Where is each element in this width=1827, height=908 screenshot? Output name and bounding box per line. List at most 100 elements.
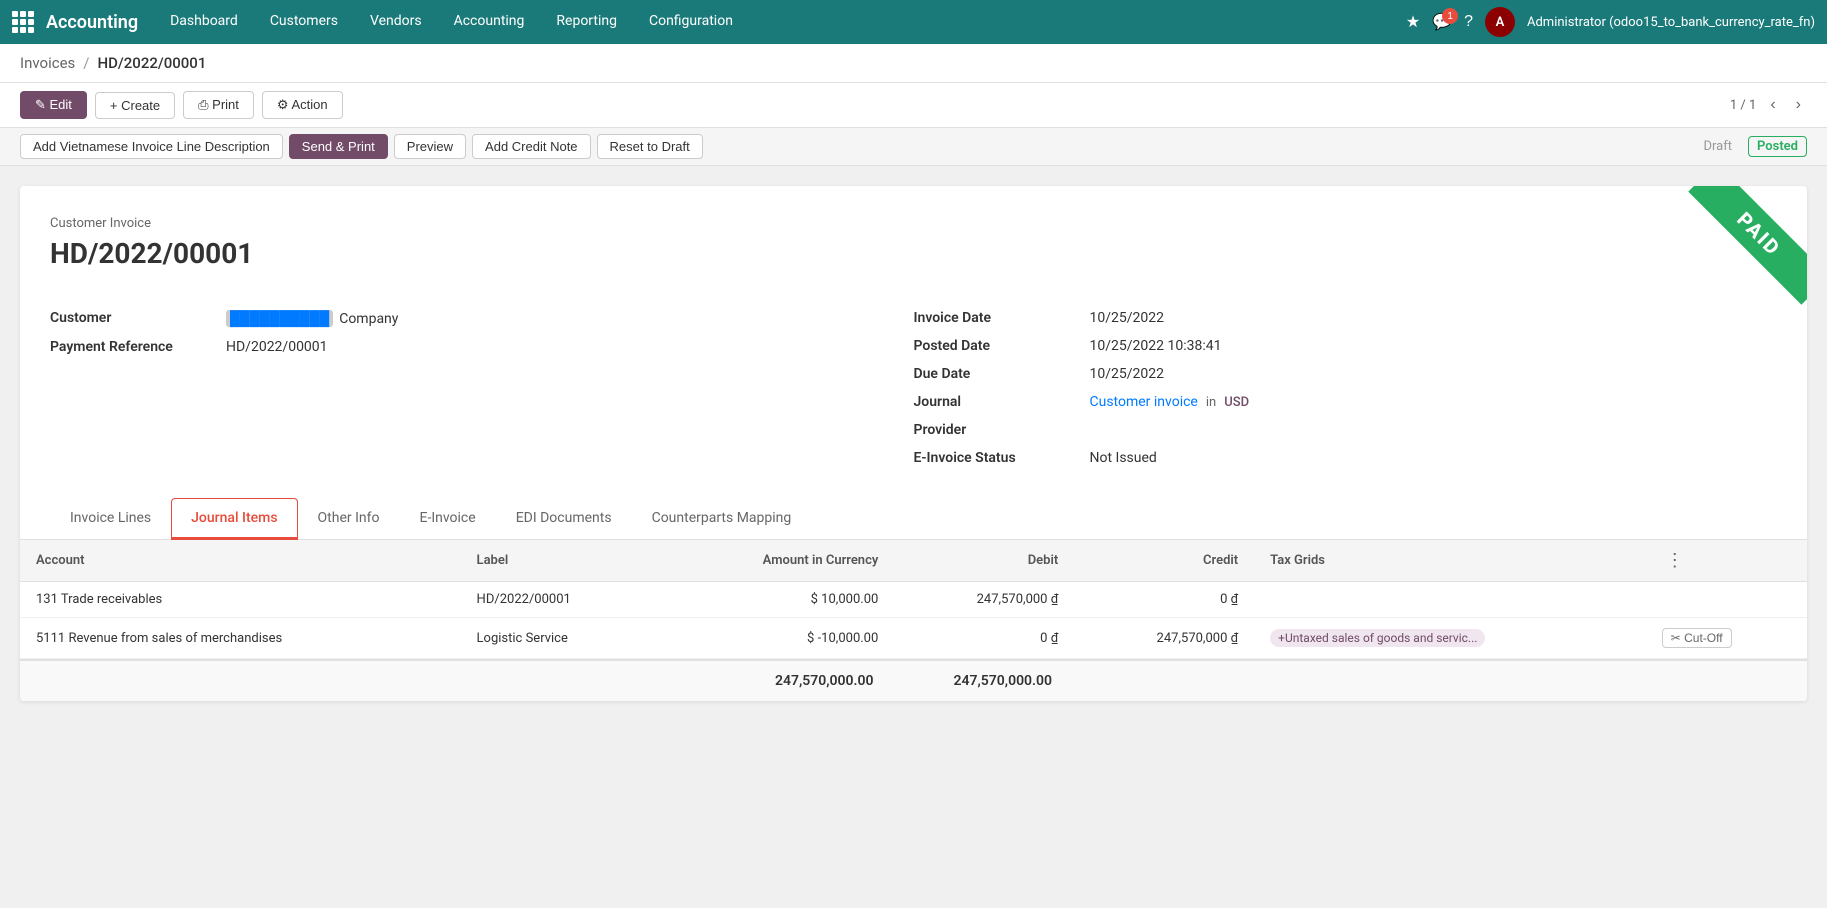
field-customer: Customer ██████████ Company [50,310,874,327]
row1-account: 131 Trade receivables [20,582,461,618]
col-menu: ⋮ [1646,540,1807,582]
action-button[interactable]: ⚙ Action [262,91,343,119]
table-row: 131 Trade receivables HD/2022/00001 $ 10… [20,582,1807,618]
star-icon-btn[interactable]: ★ [1406,12,1420,32]
posted-date-label: Posted Date [914,338,1074,354]
debit-total: 247,570,000.00 [775,673,874,689]
btn-add-credit-note[interactable]: Add Credit Note [472,134,591,159]
nav-item-accounting[interactable]: Accounting [438,0,541,44]
field-journal: Journal Customer invoice in USD [914,394,1778,410]
cutoff-button[interactable]: ✂ Cut-Off [1662,628,1732,648]
tab-einvoice[interactable]: E-Invoice [400,498,496,540]
help-btn[interactable]: ? [1464,13,1473,31]
pagination: 1 / 1 ‹ › [1730,94,1807,116]
tab-invoice-lines[interactable]: Invoice Lines [50,498,171,540]
user-name: Administrator (odoo15_to_bank_currency_r… [1527,15,1815,30]
fields-left: Customer ██████████ Company Payment Refe… [50,310,914,478]
nav-item-reporting[interactable]: Reporting [540,0,633,44]
journal-in: in [1206,395,1216,410]
customer-blurred[interactable]: ██████████ [226,310,333,327]
col-label: Label [461,540,661,582]
row2-tax-grids: +Untaxed sales of goods and servic... [1254,618,1646,659]
field-einvoice-status: E-Invoice Status Not Issued [914,450,1778,466]
col-credit: Credit [1074,540,1254,582]
due-date-label: Due Date [914,366,1074,382]
row2-debit: 0 ₫ [894,618,1074,659]
row1-credit: 0 ₫ [1074,582,1254,618]
notifications-btn[interactable]: 💬 1 [1432,12,1452,32]
print-button[interactable]: ⎙ Print [183,91,254,119]
status-posted: Posted [1748,136,1807,157]
invoice-number: HD/2022/00001 [50,237,1777,270]
customer-suffix: Company [339,311,398,327]
nav-item-vendors[interactable]: Vendors [354,0,438,44]
row1-actions [1646,582,1807,618]
journal-currency: USD [1224,395,1249,410]
prev-page-button[interactable]: ‹ [1764,94,1781,116]
secondary-toolbar: Add Vietnamese Invoice Line Description … [0,128,1827,166]
tab-journal-items[interactable]: Journal Items [171,498,297,540]
invoice-header: Customer Invoice HD/2022/00001 [20,186,1807,310]
notification-badge: 1 [1442,8,1458,24]
breadcrumb-parent[interactable]: Invoices [20,54,75,72]
journal-value: Customer invoice in USD [1090,394,1250,410]
app-logo[interactable]: Accounting [12,11,138,33]
row2-label: Logistic Service [461,618,661,659]
col-amount-currency: Amount in Currency [661,540,895,582]
status-tags: Draft Posted [1695,136,1807,157]
posted-date-value: 10/25/2022 10:38:41 [1090,338,1222,354]
journal-label: Journal [914,394,1074,410]
journal-items-table: Account Label Amount in Currency Debit C… [20,540,1807,659]
row1-amount: $ 10,000.00 [661,582,895,618]
field-due-date: Due Date 10/25/2022 [914,366,1778,382]
tabs-bar: Invoice Lines Journal Items Other Info E… [20,498,1807,540]
edit-button[interactable]: ✎ Edit [20,91,87,119]
field-payment-ref: Payment Reference HD/2022/00001 [50,339,874,355]
invoice-type-label: Customer Invoice [50,216,1777,231]
nav-item-customers[interactable]: Customers [254,0,354,44]
customer-value: ██████████ Company [226,310,398,327]
action-bar: ✎ Edit + Create ⎙ Print ⚙ Action 1 / 1 ‹… [0,83,1827,128]
payment-ref-label: Payment Reference [50,339,210,355]
row2-amount: $ -10,000.00 [661,618,895,659]
status-draft: Draft [1695,136,1740,157]
row2-credit: 247,570,000 ₫ [1074,618,1254,659]
btn-add-vn-desc[interactable]: Add Vietnamese Invoice Line Description [20,134,283,159]
tab-other-info[interactable]: Other Info [298,498,400,540]
data-table: Account Label Amount in Currency Debit C… [20,540,1807,659]
col-account: Account [20,540,461,582]
row2-actions: ✂ Cut-Off [1646,618,1807,659]
main-content: PAID Customer Invoice HD/2022/00001 Cust… [0,166,1827,908]
nav-menu: Dashboard Customers Vendors Accounting R… [154,0,1406,44]
nav-item-dashboard[interactable]: Dashboard [154,0,254,44]
breadcrumb: Invoices / HD/2022/00001 [0,44,1827,83]
field-invoice-date: Invoice Date 10/25/2022 [914,310,1778,326]
invoice-fields: Customer ██████████ Company Payment Refe… [20,310,1807,498]
btn-reset-to-draft[interactable]: Reset to Draft [597,134,703,159]
payment-ref-value: HD/2022/00001 [226,339,328,355]
col-tax-grids: Tax Grids [1254,540,1646,582]
breadcrumb-separator: / [83,54,89,72]
breadcrumb-current: HD/2022/00001 [97,54,206,72]
row1-tax-grids [1254,582,1646,618]
totals-row: 247,570,000.00 247,570,000.00 [20,659,1807,701]
column-menu-btn[interactable]: ⋮ [1662,550,1688,571]
invoice-date-value: 10/25/2022 [1090,310,1165,326]
journal-name[interactable]: Customer invoice [1090,394,1198,410]
top-navigation: Accounting Dashboard Customers Vendors A… [0,0,1827,44]
create-button[interactable]: + Create [95,92,175,119]
table-row: 5111 Revenue from sales of merchandises … [20,618,1807,659]
provider-label: Provider [914,422,1074,438]
nav-right: ★ 💬 1 ? A Administrator (odoo15_to_bank_… [1406,7,1815,37]
credit-total: 247,570,000.00 [954,673,1053,689]
invoice-date-label: Invoice Date [914,310,1074,326]
btn-preview[interactable]: Preview [394,134,466,159]
page-count: 1 / 1 [1730,98,1756,113]
tab-edi-documents[interactable]: EDI Documents [496,498,632,540]
table-header-row: Account Label Amount in Currency Debit C… [20,540,1807,582]
nav-item-configuration[interactable]: Configuration [633,0,749,44]
btn-send-print[interactable]: Send & Print [289,134,388,159]
row1-label: HD/2022/00001 [461,582,661,618]
next-page-button[interactable]: › [1790,94,1807,116]
tab-counterparts-mapping[interactable]: Counterparts Mapping [632,498,812,540]
